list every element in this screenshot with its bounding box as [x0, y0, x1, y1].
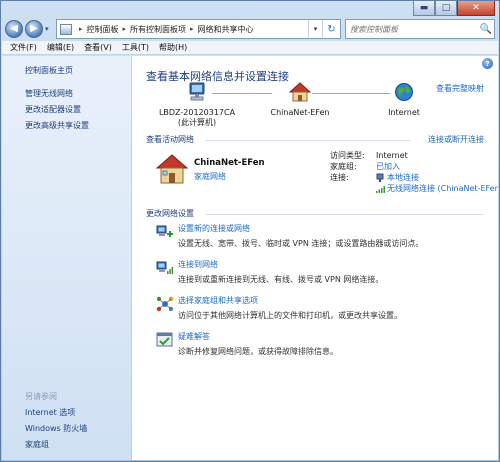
sidebar-item-control-panel-home[interactable]: 控制面板主页: [25, 65, 73, 76]
task-title[interactable]: 疑难解答: [178, 331, 210, 342]
address-bar[interactable]: ▸ 控制面板 ▸ 所有控制面板项 ▸ 网络和共享中心 ▾ ↻: [56, 19, 341, 39]
minimize-button[interactable]: ▬: [413, 1, 435, 16]
connect-network-icon: [156, 261, 174, 274]
globe-icon: [395, 83, 413, 101]
prop-key: 家庭组:: [330, 162, 357, 171]
homegroup-icon: [156, 296, 174, 312]
map-node-computer: LBDZ-20120317CA (此计算机): [152, 82, 242, 128]
see-also-section: 另请参阅 Internet 选项 Windows 防火墙 家庭组: [25, 389, 87, 453]
control-panel-icon: [60, 23, 72, 35]
search-icon[interactable]: 🔍: [478, 24, 494, 35]
sidebar: 控制面板主页 管理无线网络 更改适配器设置 更改高级共享设置 另请参阅 Inte…: [2, 56, 132, 460]
prop-wireless: 无线网络连接 (ChinaNet-EFen): [330, 183, 498, 194]
network-properties: 访问类型: Internet 家庭组: 已加入 连接: 本地连接 无线网络连接 …: [330, 150, 498, 194]
forward-button[interactable]: ▶: [25, 20, 43, 38]
maximize-button[interactable]: □: [435, 1, 457, 16]
computer-name: LBDZ-20120317CA: [158, 108, 236, 117]
menu-tools[interactable]: 工具(T): [122, 42, 149, 53]
connect-disconnect-link[interactable]: 连接或断开连接: [428, 134, 484, 145]
address-dropdown[interactable]: ▾: [308, 20, 322, 38]
computer-sub: (此计算机): [177, 118, 217, 127]
homegroup-joined-link[interactable]: 已加入: [376, 161, 400, 172]
close-button[interactable]: ✕: [457, 1, 495, 16]
window-frame: ▬ □ ✕ ◀ ▶ ▾ ▸ 控制面板 ▸ 所有控制面板项 ▸ 网络和共享中心 ▾…: [0, 0, 500, 462]
network-type-link[interactable]: 家庭网络: [194, 171, 226, 182]
caption-buttons: ▬ □ ✕: [413, 1, 495, 16]
sidebar-item-internet-options[interactable]: Internet 选项: [25, 405, 87, 421]
wireless-connection-row[interactable]: 无线网络连接 (ChinaNet-EFen): [376, 183, 498, 194]
map-node-network: ChinaNet-EFen: [260, 82, 340, 117]
prop-value: Internet: [376, 151, 408, 160]
local-connection-row[interactable]: 本地连接: [376, 172, 419, 183]
sidebar-item-adapter-settings[interactable]: 更改适配器设置: [25, 102, 89, 118]
sidebar-item-windows-firewall[interactable]: Windows 防火墙: [25, 421, 87, 437]
sidebar-item-advanced-sharing[interactable]: 更改高级共享设置: [25, 118, 89, 134]
section-divider: [206, 214, 484, 215]
prop-key: 连接:: [330, 173, 349, 182]
home-network-icon: [155, 154, 189, 184]
change-settings-heading: 更改网络设置: [146, 209, 194, 218]
menu-help[interactable]: 帮助(H): [159, 42, 187, 53]
prop-key: 访问类型:: [330, 151, 365, 160]
task-title[interactable]: 选择家庭组和共享选项: [178, 295, 258, 306]
active-network: ChinaNet-EFen 家庭网络: [155, 154, 265, 186]
breadcrumb-control-panel[interactable]: 控制面板: [87, 24, 119, 35]
wifi-signal-icon: [376, 185, 385, 193]
refresh-icon[interactable]: ↻: [322, 20, 340, 38]
breadcrumb-separator[interactable]: ▸: [79, 25, 83, 33]
search-box: 🔍: [345, 19, 495, 39]
section-divider: [206, 140, 410, 141]
prop-access-type: 访问类型: Internet: [330, 150, 498, 161]
help-icon[interactable]: ?: [482, 58, 493, 69]
sidebar-item-homegroup[interactable]: 家庭组: [25, 437, 87, 453]
task-title[interactable]: 设置新的连接或网络: [178, 223, 250, 234]
search-input[interactable]: [350, 24, 478, 34]
wireless-connection-link[interactable]: 无线网络连接 (ChinaNet-EFen): [387, 183, 498, 194]
network-name: ChinaNet-EFen: [270, 108, 330, 117]
troubleshoot-icon: [156, 332, 173, 347]
menu-view[interactable]: 查看(V): [84, 42, 112, 53]
full-map-link[interactable]: 查看完整映射: [436, 83, 484, 94]
main-panel: ? 查看基本网络信息并设置连接 LBDZ-20120317CA (此计算机) C…: [132, 56, 498, 460]
computer-icon: [189, 82, 205, 101]
breadcrumb-all-items[interactable]: 所有控制面板项: [130, 24, 186, 35]
task-title[interactable]: 连接到网络: [178, 259, 218, 270]
ethernet-icon: [376, 173, 384, 182]
task-description: 诊断并修复网络问题，或获得故障排除信息。: [178, 347, 338, 356]
local-connection-link[interactable]: 本地连接: [387, 172, 419, 183]
breadcrumb-separator[interactable]: ▸: [123, 25, 127, 33]
address-row: ◀ ▶ ▾ ▸ 控制面板 ▸ 所有控制面板项 ▸ 网络和共享中心 ▾ ↻ 🔍: [5, 18, 495, 40]
menu-edit[interactable]: 编辑(E): [47, 42, 74, 53]
active-network-name: ChinaNet-EFen: [194, 158, 265, 168]
internet-label: Internet: [388, 108, 420, 117]
recent-pages-dropdown[interactable]: ▾: [45, 25, 53, 33]
sidebar-item-manage-wireless[interactable]: 管理无线网络: [25, 86, 89, 102]
map-node-internet: Internet: [374, 82, 434, 117]
menu-file[interactable]: 文件(F): [10, 42, 37, 53]
task-description: 连接到或重新连接到无线、有线、拨号或 VPN 网络连接。: [178, 275, 384, 284]
task-description: 访问位于其他网络计算机上的文件和打印机，或更改共享设置。: [178, 311, 402, 320]
breadcrumb-network-center[interactable]: 网络和共享中心: [198, 24, 254, 35]
prop-connection: 连接: 本地连接: [330, 172, 498, 183]
see-also-title: 另请参阅: [25, 392, 57, 401]
back-button[interactable]: ◀: [5, 20, 23, 38]
task-description: 设置无线、宽带、拨号、临时或 VPN 连接；或设置路由器或访问点。: [178, 239, 424, 248]
menu-bar: 文件(F) 编辑(E) 查看(V) 工具(T) 帮助(H): [2, 41, 498, 55]
client-area: 控制面板主页 管理无线网络 更改适配器设置 更改高级共享设置 另请参阅 Inte…: [2, 56, 498, 460]
breadcrumb-separator[interactable]: ▸: [190, 25, 194, 33]
new-connection-icon: [156, 225, 173, 237]
home-network-icon: [289, 82, 311, 102]
prop-key: [330, 183, 376, 194]
prop-homegroup: 家庭组: 已加入: [330, 161, 498, 172]
active-networks-heading: 查看活动网络: [146, 135, 194, 144]
